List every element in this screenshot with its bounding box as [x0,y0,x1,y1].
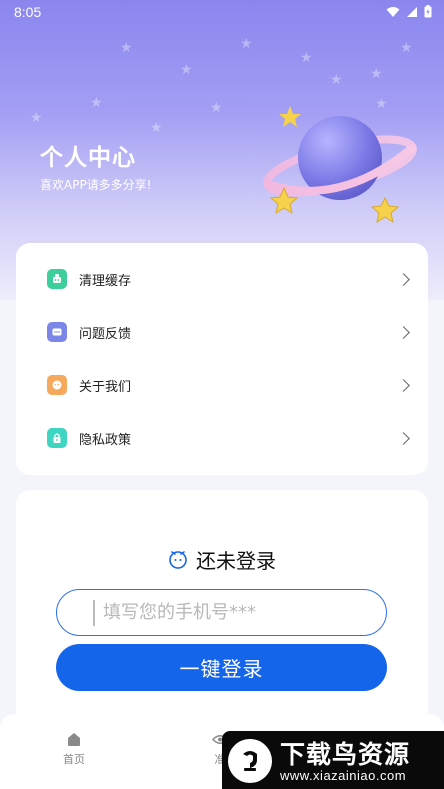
chevron-right-icon [397,431,410,445]
login-status: 还未登录 [16,544,428,574]
star-decoration: ★ [120,40,133,56]
star-decoration: ★ [150,120,163,136]
tab-home[interactable]: 首页 [44,732,104,767]
menu-card: 清理缓存 问题反馈 关于我们 隐私政策 [16,243,428,475]
star-decoration: ★ [30,110,43,126]
watermark-url: www.xiazainiao.com [280,768,407,783]
star-decoration: ★ [240,36,253,52]
status-time: 8:05 [14,4,42,20]
login-card: 还未登录 一键登录 [16,490,428,750]
star-decoration: ★ [180,62,193,78]
phone-input[interactable] [103,590,373,634]
about-icon [47,375,67,395]
wifi-icon [386,6,400,17]
battery-icon [424,5,432,18]
menu-item-about[interactable]: 关于我们 [16,360,428,410]
chevron-right-icon [397,272,410,286]
one-click-login-button[interactable]: 一键登录 [56,644,387,691]
star-decoration: ★ [90,95,103,111]
menu-item-privacy[interactable]: 隐私政策 [16,413,428,463]
tab-label: 首页 [63,753,85,766]
feedback-icon [47,322,67,342]
status-bar: 8:05 [0,0,444,26]
login-title: 还未登录 [196,548,276,573]
star-decoration: ★ [300,50,313,66]
text-caret [93,600,95,626]
star-decoration: ★ [210,100,223,116]
chevron-right-icon [397,378,410,392]
star-decoration: ★ [330,72,343,88]
page-title: 个人中心 [40,145,136,171]
chevron-right-icon [397,325,410,339]
menu-item-clear-cache[interactable]: 清理缓存 [16,254,428,304]
home-icon [68,733,80,746]
clean-icon [47,269,67,289]
planet-illustration [260,96,420,226]
clock-face-icon [169,551,187,569]
star-decoration: ★ [370,66,383,82]
bird-logo-icon [228,739,272,783]
signal-icon [407,6,417,17]
menu-item-feedback[interactable]: 问题反馈 [16,307,428,357]
menu-item-label: 关于我们 [79,379,132,395]
menu-item-label: 隐私政策 [79,432,132,448]
watermark-banner: 下载鸟资源 www.xiazainiao.com [222,731,444,789]
menu-item-label: 清理缓存 [79,273,132,289]
phone-field[interactable] [56,589,387,636]
star-decoration: ★ [400,40,413,56]
watermark-title: 下载鸟资源 [280,740,411,769]
menu-item-label: 问题反馈 [79,326,132,342]
privacy-icon [47,428,67,448]
page-subtitle: 喜欢APP请多多分享! [40,178,152,192]
